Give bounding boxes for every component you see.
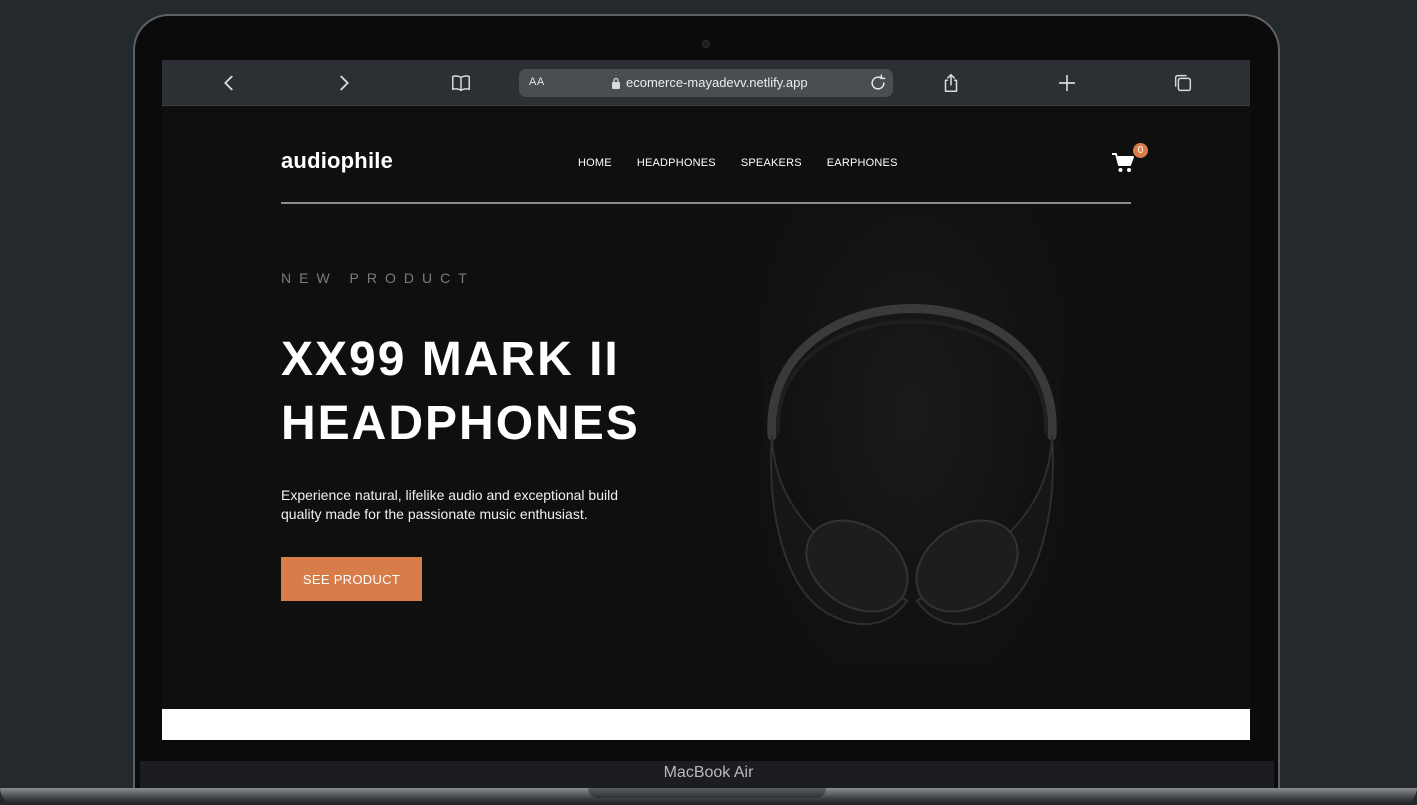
cart-icon[interactable]	[1111, 152, 1135, 174]
hero-description: Experience natural, lifelike audio and e…	[281, 487, 618, 522]
tabs-icon[interactable]	[1171, 71, 1195, 95]
main-nav: HOME HEADPHONES SPEAKERS EARPHONES	[578, 157, 898, 169]
camera-icon	[702, 40, 710, 48]
web-page: audiophile HOME HEADPHONES SPEAKERS EARP…	[162, 106, 1250, 709]
share-icon[interactable]	[939, 71, 963, 95]
address-bar[interactable]: AA ecomerce-mayadevv.netlify.app	[519, 69, 893, 97]
forward-icon[interactable]	[332, 71, 356, 95]
reload-icon[interactable]	[868, 73, 888, 93]
cart-count-badge: 0	[1133, 143, 1148, 158]
hero-eyebrow: NEW PRODUCT	[281, 270, 475, 286]
url-display: ecomerce-mayadevv.netlify.app	[611, 75, 808, 90]
new-tab-icon[interactable]	[1055, 71, 1079, 95]
url-text: ecomerce-mayadevv.netlify.app	[626, 75, 808, 90]
back-icon[interactable]	[217, 71, 241, 95]
hero-title-line2: HEADPHONES	[281, 397, 640, 450]
nav-headphones[interactable]: HEADPHONES	[637, 157, 716, 169]
device-label: MacBook Air	[663, 764, 754, 781]
lock-icon	[612, 77, 620, 89]
text-size-button[interactable]: AA	[529, 76, 545, 88]
nav-speakers[interactable]: SPEAKERS	[741, 157, 802, 169]
nav-home[interactable]: HOME	[578, 157, 612, 169]
see-product-button[interactable]: SEE PRODUCT	[281, 557, 422, 601]
bookmarks-icon[interactable]	[449, 71, 473, 95]
screen: AA ecomerce-mayadevv.netlify.app audioph…	[162, 60, 1250, 740]
header-divider	[281, 202, 1131, 204]
hero-title-line1: XX99 MARK II	[281, 333, 620, 386]
nav-earphones[interactable]: EARPHONES	[827, 157, 898, 169]
headphones-image	[762, 206, 1062, 666]
laptop-notch	[588, 788, 826, 798]
next-section	[162, 709, 1250, 740]
hero-title: XX99 MARK II HEADPHONES	[281, 328, 701, 456]
browser-toolbar: AA ecomerce-mayadevv.netlify.app	[162, 60, 1250, 106]
site-logo[interactable]: audiophile	[281, 148, 393, 174]
